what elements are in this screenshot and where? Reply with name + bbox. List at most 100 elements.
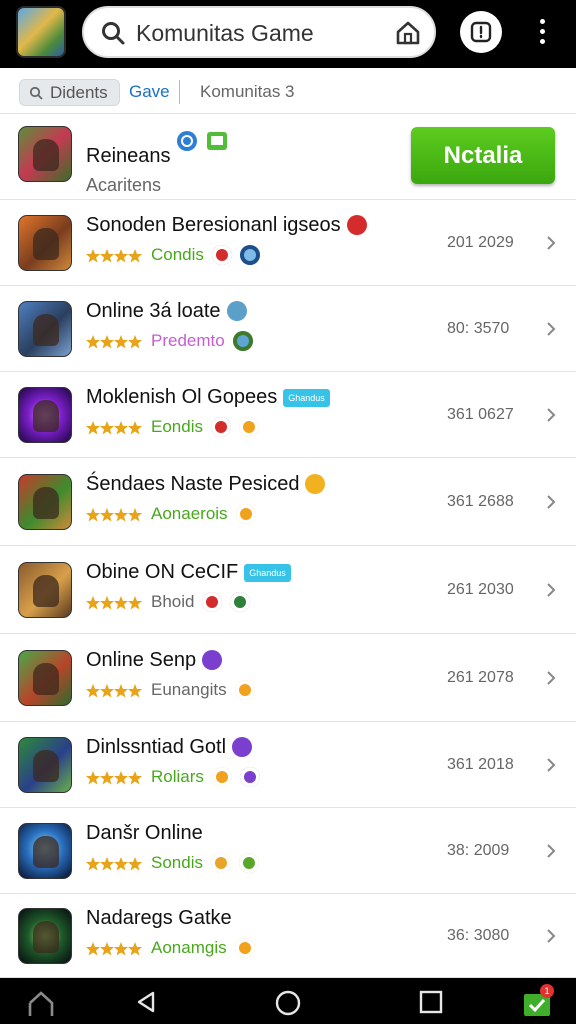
title-badge-icon bbox=[226, 301, 247, 321]
feature-badge-icon bbox=[211, 767, 232, 787]
rating-stars bbox=[86, 857, 142, 871]
game-thumbnail bbox=[18, 562, 72, 618]
bottom-nav-bar bbox=[0, 978, 576, 1024]
tab-komunitas[interactable]: Komunitas 3 bbox=[200, 82, 295, 102]
chevron-right-icon[interactable] bbox=[545, 581, 557, 599]
feature-badge-icon bbox=[238, 417, 259, 437]
feature-badge-icon bbox=[234, 938, 255, 958]
home-icon[interactable] bbox=[27, 990, 55, 1016]
game-subtitle: Predemto bbox=[151, 331, 225, 350]
game-meta: 201 2029 bbox=[447, 234, 514, 251]
title-badge-icon bbox=[305, 474, 326, 494]
game-list-item[interactable]: Online Senp Eunangits 261 2078 bbox=[0, 634, 576, 722]
feature-badge-icon bbox=[232, 331, 253, 351]
game-list-item[interactable]: Śendaes Naste Pesiced Aonaerois 361 2688 bbox=[0, 458, 576, 546]
game-list-item[interactable]: Moklenish Ol Gopees Eondis Ghandus 361 0627 bbox=[0, 372, 576, 458]
game-subtitle: Eondis bbox=[151, 417, 203, 436]
game-list-item[interactable]: Obine ON CeCIF Bhoid Ghandus 261 2030 bbox=[0, 546, 576, 634]
game-title: Sonoden Beresionanl igseos bbox=[86, 214, 341, 236]
game-thumbnail bbox=[18, 908, 72, 964]
tab-gave[interactable]: Gave bbox=[129, 82, 170, 102]
filter-chip[interactable]: Didents bbox=[19, 79, 120, 106]
game-meta: 38: 2009 bbox=[447, 842, 510, 859]
game-meta: 361 2688 bbox=[447, 493, 514, 510]
shield-button[interactable] bbox=[460, 11, 502, 53]
chevron-right-icon[interactable] bbox=[545, 320, 557, 338]
chevron-right-icon[interactable] bbox=[545, 842, 557, 860]
game-title: Nadaregs Gatke bbox=[86, 907, 232, 929]
globe-badge-icon bbox=[177, 131, 197, 151]
game-app-logo-icon[interactable] bbox=[16, 6, 66, 58]
game-subtitle: Eunangits bbox=[151, 680, 227, 699]
game-list-item[interactable]: Danšr Online Sondis 38: 2009 bbox=[0, 808, 576, 894]
featured-title: Reineans bbox=[86, 145, 171, 167]
feature-badge-icon bbox=[235, 504, 256, 524]
game-thumbnail bbox=[18, 387, 72, 443]
feature-badge-icon bbox=[230, 592, 251, 612]
search-icon bbox=[102, 22, 125, 45]
store-badge-icon bbox=[207, 132, 227, 150]
game-title: Obine ON CeCIF bbox=[86, 561, 239, 583]
game-meta: 80: 3570 bbox=[447, 320, 510, 337]
featured-game-thumbnail bbox=[18, 126, 72, 182]
recents-icon[interactable] bbox=[419, 990, 443, 1014]
game-subtitle: Aonaerois bbox=[151, 504, 228, 523]
rating-stars bbox=[86, 684, 142, 698]
game-title: Śendaes Naste Pesiced bbox=[86, 473, 300, 495]
feature-badge-icon bbox=[234, 680, 255, 700]
game-tag-badge: Ghandus bbox=[244, 564, 291, 582]
feature-badge-icon bbox=[210, 853, 231, 873]
chevron-right-icon[interactable] bbox=[545, 406, 557, 424]
game-thumbnail bbox=[18, 737, 72, 793]
feature-badge-icon bbox=[238, 853, 259, 873]
title-badge-icon bbox=[202, 650, 223, 670]
feature-badge-icon bbox=[239, 767, 260, 787]
rating-stars bbox=[86, 771, 142, 785]
rating-stars bbox=[86, 249, 142, 263]
game-title: Moklenish Ol Gopees bbox=[86, 386, 278, 408]
filter-chip-label: Didents bbox=[50, 83, 108, 102]
tab-divider bbox=[179, 80, 180, 104]
title-badge-icon bbox=[346, 215, 367, 235]
rating-stars bbox=[86, 421, 142, 435]
chevron-right-icon[interactable] bbox=[545, 669, 557, 687]
chevron-right-icon[interactable] bbox=[545, 234, 557, 252]
game-meta: 261 2078 bbox=[447, 669, 514, 686]
chevron-right-icon[interactable] bbox=[545, 493, 557, 511]
chevron-right-icon[interactable] bbox=[545, 756, 557, 774]
game-subtitle: Condis bbox=[151, 245, 204, 264]
game-subtitle: Bhoid bbox=[151, 592, 195, 611]
game-list-item[interactable]: Online 3á loate Predemto 80: 3570 bbox=[0, 286, 576, 372]
chevron-right-icon[interactable] bbox=[545, 927, 557, 945]
feature-badge-icon bbox=[210, 417, 231, 437]
game-title: Danšr Online bbox=[86, 822, 203, 844]
shield-icon bbox=[470, 21, 492, 43]
game-tag-badge: Ghandus bbox=[283, 389, 330, 407]
game-list-item[interactable]: Sonoden Beresionanl igseos Condis 201 2029 bbox=[0, 200, 576, 286]
home-circle-icon[interactable] bbox=[275, 990, 301, 1016]
top-bar: Komunitas Game bbox=[0, 0, 576, 68]
game-meta: 36: 3080 bbox=[447, 927, 510, 944]
feature-badge-icon bbox=[239, 245, 260, 265]
rating-stars bbox=[86, 508, 142, 522]
feature-badge-icon bbox=[202, 592, 223, 612]
rating-stars bbox=[86, 596, 142, 610]
title-badge-icon bbox=[232, 737, 253, 757]
feature-badge-icon bbox=[211, 245, 232, 265]
game-subtitle: Sondis bbox=[151, 853, 203, 872]
back-icon[interactable] bbox=[134, 990, 158, 1014]
install-button[interactable]: Nctalia bbox=[411, 127, 555, 184]
search-icon bbox=[29, 86, 43, 100]
notification-badge: 1 bbox=[540, 984, 554, 998]
more-vertical-icon[interactable] bbox=[530, 14, 554, 50]
search-input[interactable]: Komunitas Game bbox=[82, 6, 436, 58]
store-house-icon[interactable] bbox=[394, 19, 422, 47]
game-thumbnail bbox=[18, 650, 72, 706]
featured-subtitle: Acaritens bbox=[86, 175, 162, 195]
search-text: Komunitas Game bbox=[136, 20, 314, 46]
filter-bar: Didents Gave Komunitas 3 bbox=[0, 68, 576, 114]
game-list-item[interactable]: Nadaregs Gatke Aonamgis 36: 3080 bbox=[0, 894, 576, 978]
game-thumbnail bbox=[18, 474, 72, 530]
game-meta: 361 0627 bbox=[447, 406, 514, 423]
game-list-item[interactable]: Dinlssntiad Gotl Roliars 361 2018 bbox=[0, 722, 576, 808]
